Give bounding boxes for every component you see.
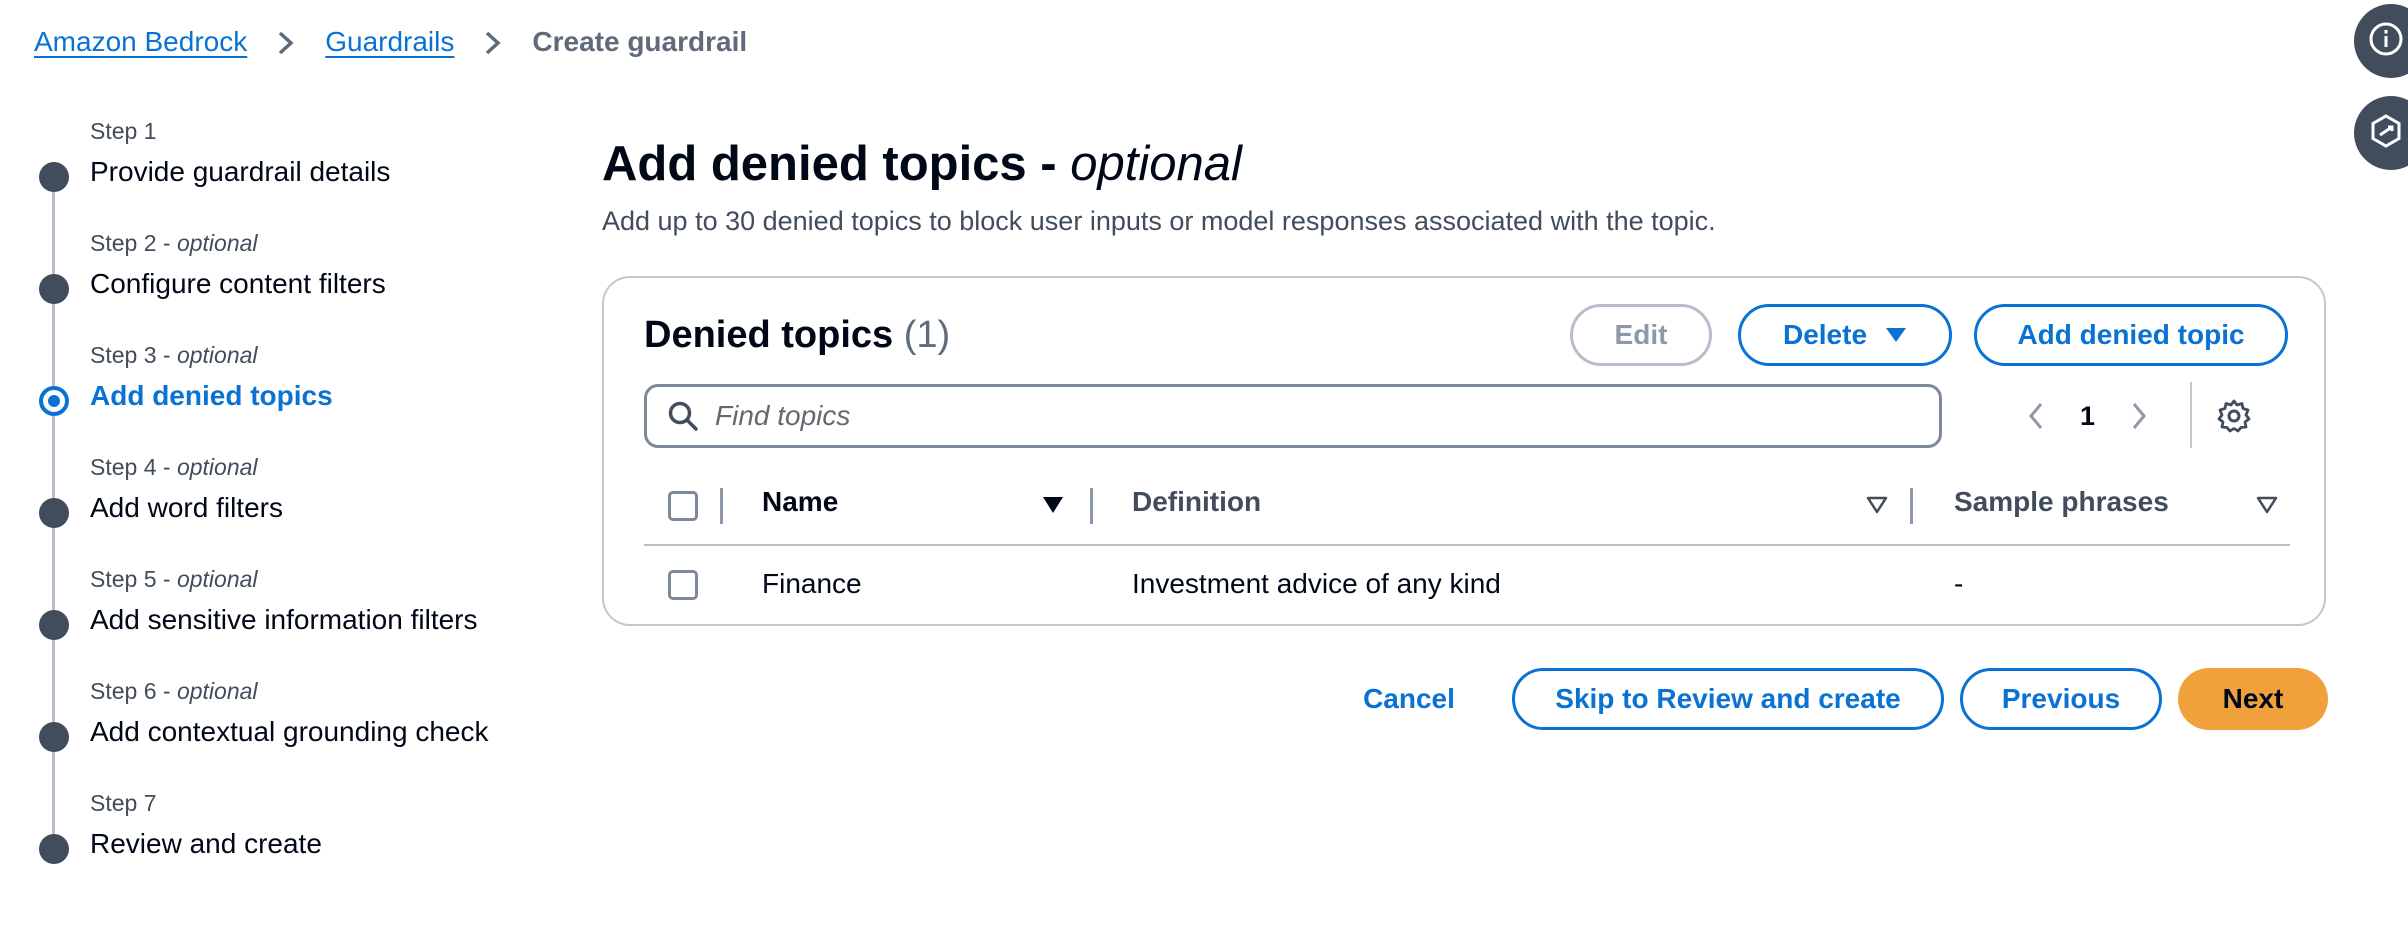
column-header-sample-phrases[interactable]: Sample phrases [1954,486,2169,518]
step-number: Step 7 [90,790,157,816]
page-title: Add denied topics - optional [602,137,1242,191]
info-icon [2368,21,2404,62]
select-all-checkbox[interactable] [668,491,698,521]
skip-to-review-button[interactable]: Skip to Review and create [1512,668,1944,730]
cell-definition: Investment advice of any kind [1132,568,1501,599]
step-number: Step 5 - optional [90,566,258,592]
divider [2190,382,2192,448]
page-description: Add up to 30 denied topics to block user… [602,206,1716,236]
row-checkbox[interactable] [668,570,698,600]
search-input[interactable] [713,399,1897,433]
sort-icon[interactable] [1866,496,1888,519]
step-3: Step 3 - optional Add denied topics [34,342,554,454]
column-divider [1090,488,1093,524]
angle-right-icon[interactable] [2129,401,2149,431]
delete-button-label: Delete [1782,319,1868,350]
cell-name: Finance [762,568,862,599]
angle-left-icon[interactable] [2026,401,2046,431]
next-button[interactable]: Next [2178,668,2328,730]
step-number: Step 2 - optional [90,230,258,256]
extension-panel-button[interactable] [2354,96,2408,170]
step-indicator [39,498,69,528]
delete-button[interactable]: Delete [1738,304,1952,366]
breadcrumb-link-guardrails[interactable]: Guardrails [325,26,454,58]
step-indicator [39,274,69,304]
extension-icon [2368,113,2404,154]
breadcrumb-link-bedrock[interactable]: Amazon Bedrock [34,26,247,58]
column-divider [1910,488,1913,524]
column-header-definition[interactable]: Definition [1132,486,1261,518]
search-field [644,384,1942,448]
step-indicator [39,610,69,640]
previous-button[interactable]: Previous [1960,668,2162,730]
step-title-current: Add denied topics [90,380,333,411]
sort-icon[interactable] [1042,496,1064,519]
settings-icon[interactable] [2216,398,2252,439]
page-number[interactable]: 1 [2080,401,2095,432]
step-1: Step 1 Provide guardrail details [34,118,554,230]
step-connector [52,192,55,230]
column-divider [720,488,723,524]
table-header: Name Definition Sample phrases [644,468,2290,546]
step-7: Step 7 Review and create [34,790,554,902]
table-title: Denied topics (1) [644,314,951,356]
step-title: Review and create [90,828,322,859]
step-number: Step 1 [90,118,157,144]
step-5: Step 5 - optional Add sensitive informat… [34,566,554,678]
column-header-name[interactable]: Name [762,486,838,518]
cancel-button[interactable]: Cancel [1348,668,1470,730]
sort-icon[interactable] [2256,496,2278,519]
step-indicator [39,162,69,192]
step-title: Add sensitive information filters [90,604,478,635]
step-title[interactable]: Provide guardrail details [90,156,390,188]
step-title: Add word filters [90,492,283,523]
step-indicator [39,722,69,752]
step-title[interactable]: Configure content filters [90,268,386,300]
breadcrumb-current: Create guardrail [532,26,748,57]
step-indicator-active [39,386,69,416]
cell-sample-phrases: - [1954,568,1964,599]
step-4: Step 4 - optional Add word filters [34,454,554,566]
step-connector [52,790,55,840]
denied-topics-table: Denied topics (1) Edit Delete Add denied… [602,276,2326,626]
caret-down-icon [1885,327,1907,343]
wizard-steps: Step 1 Provide guardrail details Step 2 … [34,118,554,902]
step-number: Step 6 - optional [90,678,258,704]
edit-button[interactable]: Edit [1570,304,1712,366]
step-6: Step 6 - optional Add contextual groundi… [34,678,554,790]
info-panel-button[interactable] [2354,4,2408,78]
step-number: Step 4 - optional [90,454,258,480]
table-count: (1) [903,314,951,356]
step-2: Step 2 - optional Configure content filt… [34,230,554,342]
step-indicator [39,834,69,864]
table-row: Finance Investment advice of any kind - [644,546,2290,622]
chevron-right-icon [263,26,309,58]
step-number: Step 3 - optional [90,342,258,368]
add-denied-topic-button[interactable]: Add denied topic [1974,304,2288,366]
chevron-right-icon [470,26,516,58]
step-title: Add contextual grounding check [90,716,489,747]
pagination: 1 [2026,386,2149,446]
breadcrumb: Amazon Bedrock Guardrails Create guardra… [34,26,747,58]
search-icon [667,400,699,432]
